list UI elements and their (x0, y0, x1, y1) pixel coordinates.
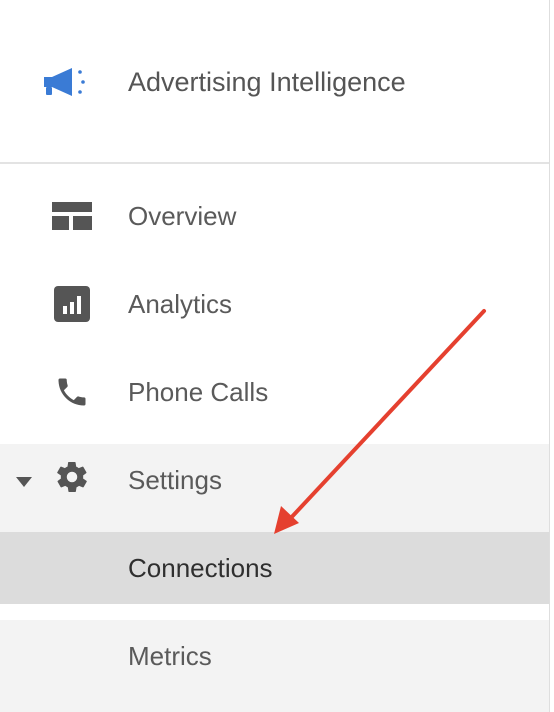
sidebar-right-border (549, 0, 550, 712)
phone-icon (58, 378, 86, 406)
sidebar-subitem-label: Connections (128, 553, 273, 583)
sidebar-item-label: Phone Calls (128, 377, 269, 407)
sidebar-frame: Advertising Intelligence Overview Analyt… (0, 0, 554, 712)
sidebar-subitem-label: Metrics (128, 641, 212, 671)
sidebar-item-overview[interactable]: Overview (0, 180, 549, 252)
bar-chart-icon (54, 286, 90, 322)
caret-down-icon[interactable] (12, 474, 36, 490)
app-title: Advertising Intelligence (128, 67, 406, 97)
sidebar-subitem-metrics[interactable]: Metrics (0, 620, 549, 712)
sidebar-item-label: Overview (128, 201, 237, 231)
sidebar-item-phone-calls[interactable]: Phone Calls (0, 356, 549, 428)
layout-grid-icon (52, 202, 92, 230)
sidebar-item-analytics[interactable]: Analytics (0, 268, 549, 340)
megaphone-icon (44, 68, 85, 96)
sidebar-item-settings[interactable]: Settings (0, 444, 549, 532)
sidebar-header: Advertising Intelligence (0, 0, 549, 162)
gear-icon (57, 462, 87, 492)
sidebar-item-label: Analytics (128, 289, 233, 319)
header-divider (0, 162, 549, 164)
sidebar-subitem-connections[interactable]: Connections (0, 532, 549, 604)
sidebar-item-label: Settings (128, 465, 222, 495)
